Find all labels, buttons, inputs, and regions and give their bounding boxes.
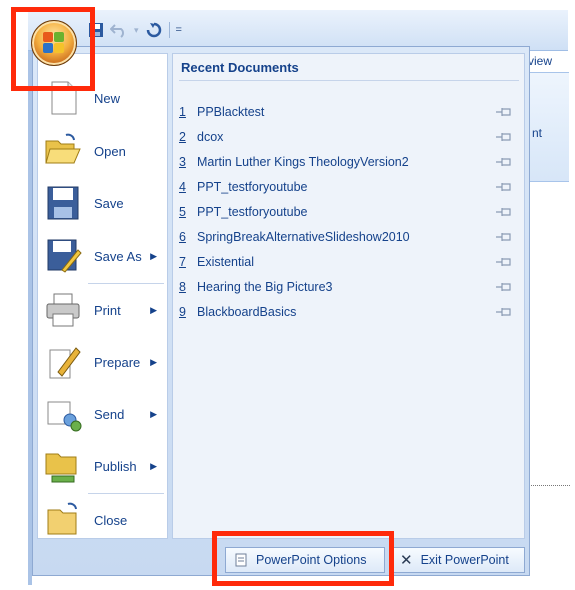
redo-icon[interactable] [145, 22, 163, 38]
recent-document-name: Existential [197, 255, 254, 269]
office-menu: New Open Save Save As ▶ Print ▶ Prepare … [32, 46, 530, 576]
recent-document-number: 3 [179, 155, 186, 169]
recent-document-number: 9 [179, 305, 186, 319]
menu-item-save-as[interactable]: Save As ▶ [38, 232, 167, 280]
printer-icon [44, 292, 82, 328]
undo-dropdown-icon[interactable]: ▾ [134, 25, 139, 36]
pin-icon[interactable] [495, 181, 513, 193]
pin-icon[interactable] [495, 256, 513, 268]
recent-document-2[interactable]: 2 dcox [179, 126, 519, 148]
recent-documents-divider [179, 80, 519, 81]
highlight-box-options-button [212, 531, 394, 586]
recent-document-name: PPT_testforyoutube [197, 180, 308, 194]
send-icon [44, 396, 82, 432]
customize-toolbar-icon[interactable]: = [176, 24, 182, 36]
submenu-arrow-icon: ▶ [150, 408, 157, 419]
pin-icon[interactable] [495, 156, 513, 168]
undo-icon[interactable] [110, 22, 128, 38]
pin-icon[interactable] [495, 281, 513, 293]
recent-document-3[interactable]: 3 Martin Luther Kings TheologyVersion2 [179, 151, 519, 173]
toolbar-separator [168, 22, 170, 38]
recent-document-number: 6 [179, 230, 186, 244]
recent-documents-panel: Recent Documents 1 PPBlacktest 2 dcox 3 … [172, 53, 525, 539]
menu-item-label: Save [94, 195, 124, 211]
menu-item-label: Publish [94, 458, 137, 474]
menu-item-label: New [94, 90, 121, 106]
menu-item-prepare[interactable]: Prepare ▶ [38, 338, 167, 386]
save-as-icon [44, 238, 82, 274]
menu-item-label: Send [94, 406, 125, 422]
exit-powerpoint-label: Exit PowerPoint [420, 553, 509, 567]
submenu-arrow-icon: ▶ [150, 304, 157, 315]
submenu-arrow-icon: ▶ [150, 356, 157, 367]
ribbon-tab-view[interactable]: view [528, 54, 552, 68]
menu-item-open[interactable]: Open [38, 127, 167, 175]
menu-item-label: Save As [94, 248, 142, 264]
menu-separator [88, 493, 164, 494]
pin-icon[interactable] [495, 131, 513, 143]
prepare-pen-icon [44, 344, 82, 380]
recent-document-9[interactable]: 9 BlackboardBasics [179, 301, 519, 323]
menu-item-publish[interactable]: Publish ▶ [38, 442, 167, 490]
pin-icon[interactable] [495, 106, 513, 118]
menu-item-print[interactable]: Print ▶ [38, 286, 167, 334]
recent-document-number: 4 [179, 180, 186, 194]
recent-document-number: 1 [179, 105, 186, 119]
menu-item-save[interactable]: Save [38, 179, 167, 227]
submenu-arrow-icon: ▶ [150, 250, 157, 261]
publish-folder-icon [44, 448, 82, 484]
menu-separator [88, 283, 164, 284]
quick-access-toolbar: ▾ = [88, 16, 182, 44]
menu-commands: New Open Save Save As ▶ Print ▶ Prepare … [37, 53, 168, 539]
recent-document-name: PPT_testforyoutube [197, 205, 308, 219]
submenu-arrow-icon: ▶ [150, 460, 157, 471]
menu-item-label: Prepare [94, 354, 141, 370]
recent-document-8[interactable]: 8 Hearing the Big Picture3 [179, 276, 519, 298]
recent-document-name: PPBlacktest [197, 105, 265, 119]
recent-document-name: dcox [197, 130, 224, 144]
menu-item-send[interactable]: Send ▶ [38, 390, 167, 438]
menu-item-label: Close [94, 512, 128, 528]
menu-item-label: Print [94, 302, 121, 318]
open-folder-icon [44, 133, 82, 169]
recent-document-7[interactable]: 7 Existential [179, 251, 519, 273]
pin-icon[interactable] [495, 306, 513, 318]
highlight-box-office-button [11, 7, 95, 91]
recent-document-5[interactable]: 5 PPT_testforyoutube [179, 201, 519, 223]
menu-item-close[interactable]: Close [38, 496, 167, 544]
recent-document-6[interactable]: 6 SpringBreakAlternativeSlideshow2010 [179, 226, 519, 248]
recent-document-name: SpringBreakAlternativeSlideshow2010 [197, 230, 410, 244]
recent-document-name: Martin Luther Kings TheologyVersion2 [197, 155, 409, 169]
recent-documents-title: Recent Documents [181, 60, 299, 75]
exit-close-icon: ✕ [400, 552, 413, 569]
recent-document-number: 7 [179, 255, 186, 269]
recent-document-name: Hearing the Big Picture3 [197, 280, 333, 294]
recent-document-4[interactable]: 4 PPT_testforyoutube [179, 176, 519, 198]
menu-item-label: Open [94, 143, 126, 159]
recent-document-number: 5 [179, 205, 186, 219]
floppy-disk-icon [44, 185, 82, 221]
pin-icon[interactable] [495, 231, 513, 243]
ribbon-panel-label: nt [532, 126, 543, 140]
recent-document-number: 8 [179, 280, 186, 294]
exit-powerpoint-button[interactable]: ✕ Exit PowerPoint [391, 547, 525, 573]
close-folder-icon [44, 502, 82, 538]
recent-document-1[interactable]: 1 PPBlacktest [179, 101, 519, 123]
recent-document-number: 2 [179, 130, 186, 144]
slide-border-dotted [528, 485, 570, 486]
pin-icon[interactable] [495, 206, 513, 218]
recent-document-name: BlackboardBasics [197, 305, 297, 319]
